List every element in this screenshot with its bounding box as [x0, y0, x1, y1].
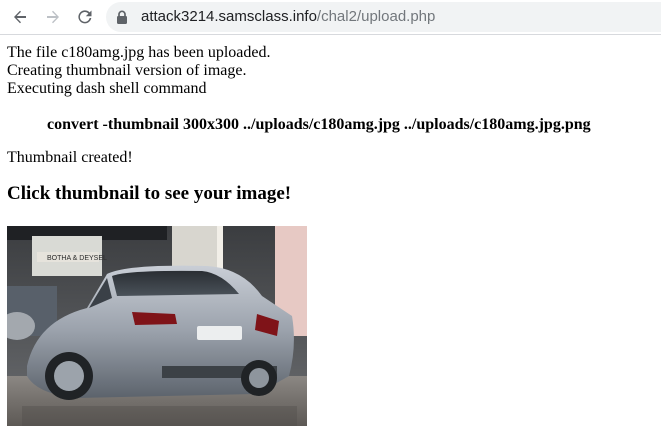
- url-host: attack3214.samsclass.info: [141, 8, 317, 25]
- reload-icon[interactable]: [73, 5, 97, 29]
- url-path: /chal2/upload.php: [316, 8, 436, 25]
- address-bar[interactable]: attack3214.samsclass.info/chal2/upload.p…: [106, 2, 661, 32]
- command-text: convert -thumbnail 300x300 ../uploads/c1…: [47, 116, 591, 133]
- page-heading: Click thumbnail to see your image!: [7, 183, 292, 204]
- thumbnail-image[interactable]: BOTHA & DEYSEL: [7, 226, 307, 426]
- url-text[interactable]: attack3214.samsclass.info/chal2/upload.p…: [141, 8, 435, 26]
- page-content: The file c180amg.jpg has been uploaded. …: [7, 44, 657, 205]
- upload-status-text: The file c180amg.jpg has been uploaded.: [7, 44, 271, 61]
- thumbnail-created-text: Thumbnail created!: [7, 149, 133, 166]
- shell-status-text: Executing dash shell command: [7, 80, 207, 97]
- lock-icon[interactable]: [116, 10, 128, 29]
- browser-toolbar: attack3214.samsclass.info/chal2/upload.p…: [0, 0, 661, 35]
- dealer-sign-text: BOTHA & DEYSEL: [47, 255, 107, 262]
- thumbnail-status-text: Creating thumbnail version of image.: [7, 62, 247, 79]
- forward-arrow-icon[interactable]: [41, 5, 65, 29]
- back-arrow-icon[interactable]: [8, 5, 32, 29]
